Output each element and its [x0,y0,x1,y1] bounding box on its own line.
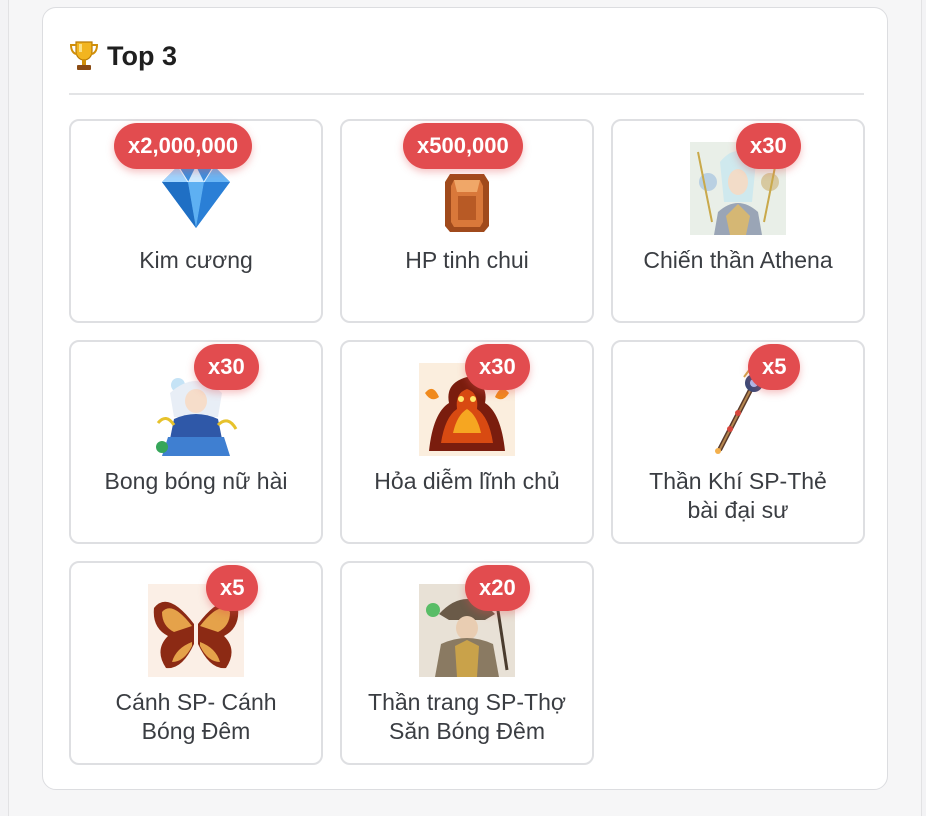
reward-name: Hỏa diễm lĩnh chủ [374,468,560,494]
reward-name: Bong bóng nữ hài [104,468,288,494]
reward-card[interactable]: x5 Thần Khí SP-Thẻ bài đại sư [611,340,865,544]
reward-name: Thần Khí SP-Thẻ bài đại sư [649,468,827,523]
reward-card[interactable]: x30 Chiến thần Athena [611,119,865,323]
quantity-badge: x30 [194,344,259,390]
quantity-badge: x5 [748,344,801,390]
reward-name: HP tinh chui [405,247,529,273]
reward-card[interactable]: x2,000,000 Kim cương [69,119,323,323]
trophy-icon [69,39,99,73]
reward-card[interactable]: x30 Bong bóng nữ hài [69,340,323,544]
panel-header: Top 3 [69,36,177,76]
reward-card[interactable]: x20 Thần trang SP-Thợ Săn Bóng Đêm [340,561,594,765]
quantity-badge: x30 [736,123,801,169]
quantity-badge: x5 [206,565,259,611]
header-divider [69,93,864,95]
top3-panel: Top 3 x2,000,000 Kim cương x500,000 HP t… [42,7,888,790]
reward-card[interactable]: x5 Cánh SP- Cánh Bóng Đêm [69,561,323,765]
reward-grid: x2,000,000 Kim cương x500,000 HP tinh ch… [69,119,865,765]
reward-card[interactable]: x30 Hỏa diễm lĩnh chủ [340,340,594,544]
reward-name: Cánh SP- Cánh Bóng Đêm [115,689,277,744]
reward-name: Chiến thần Athena [643,247,833,273]
reward-name: Kim cương [139,247,253,273]
reward-card[interactable]: x500,000 HP tinh chui [340,119,594,323]
section-title: Top 3 [107,40,177,71]
quantity-badge: x20 [465,565,530,611]
quantity-badge: x30 [465,344,530,390]
quantity-badge: x500,000 [403,123,523,169]
reward-name: Thần trang SP-Thợ Săn Bóng Đêm [368,689,566,744]
quantity-badge: x2,000,000 [114,123,253,169]
